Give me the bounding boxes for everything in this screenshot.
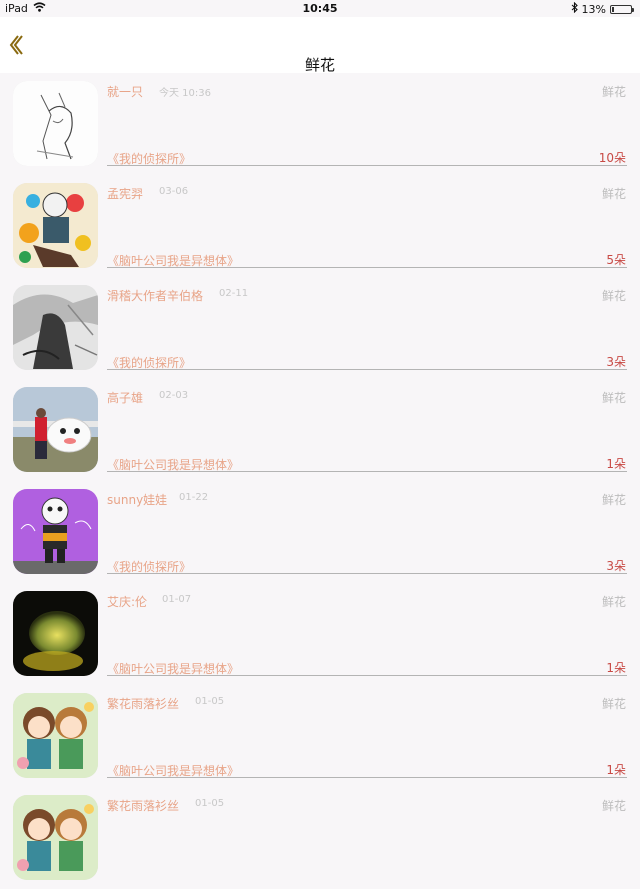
avatar — [13, 591, 98, 676]
avatar — [13, 795, 98, 880]
sender-name: 就一只 — [107, 85, 144, 99]
row-divider — [107, 675, 627, 676]
gift-count: 10朵 — [598, 151, 626, 165]
sender-name: 孟宪羿 — [107, 187, 144, 201]
send-date: 今天 10:36 — [159, 88, 211, 99]
clock: 10:45 — [302, 2, 338, 15]
list-item[interactable]: 孟宪羿 03-06 鲜花 《脑叶公司我是异想体》 5朵 — [0, 175, 640, 277]
battery-icon — [610, 4, 634, 14]
avatar — [13, 489, 98, 574]
list-item[interactable]: 艾庆:伦 01-07 鲜花 《脑叶公司我是异想体》 1朵 — [0, 583, 640, 685]
gift-type: 鲜花 — [601, 289, 626, 303]
avatar — [13, 183, 98, 268]
row-divider — [107, 573, 627, 574]
send-date: 02-03 — [159, 390, 189, 401]
row-divider — [107, 777, 627, 778]
status-right: 13% — [571, 1, 634, 16]
avatar — [13, 387, 98, 472]
gift-count: 3朵 — [606, 559, 626, 573]
send-date: 03-06 — [159, 186, 189, 197]
avatar — [13, 81, 98, 166]
gift-type: 鲜花 — [601, 391, 626, 405]
gift-type: 鲜花 — [601, 493, 626, 507]
send-date: 01-05 — [195, 798, 225, 809]
sender-name: 繁花雨落衫丝 — [107, 799, 180, 813]
gift-type: 鲜花 — [601, 187, 626, 201]
sender-name: 繁花雨落衫丝 — [107, 697, 180, 711]
gift-type: 鲜花 — [601, 799, 626, 813]
send-date: 01-05 — [195, 696, 225, 707]
gift-type: 鲜花 — [601, 697, 626, 711]
gift-type: 鲜花 — [601, 595, 626, 609]
send-date: 01-07 — [162, 594, 192, 605]
list-item[interactable]: 高子雄 02-03 鲜花 《脑叶公司我是异想体》 1朵 — [0, 379, 640, 481]
list-item[interactable]: 就一只 今天 10:36 鲜花 《我的侦探所》 10朵 — [0, 73, 640, 175]
row-divider — [107, 471, 627, 472]
battery-percent: 13% — [581, 2, 606, 16]
list-item[interactable]: 滑稽大作者辛伯格 02-11 鲜花 《我的侦探所》 3朵 — [0, 277, 640, 379]
list-item[interactable]: sunny娃娃 01-22 鲜花 《我的侦探所》 3朵 — [0, 481, 640, 583]
gift-type: 鲜花 — [601, 85, 626, 99]
list-item[interactable]: 繁花雨落衫丝 01-05 鲜花 — [0, 787, 640, 889]
status-bar: iPad 10:45 13% — [0, 0, 640, 17]
gift-count: 5朵 — [606, 253, 626, 267]
row-divider — [107, 267, 627, 268]
navigation-bar: 鲜花 — [0, 17, 640, 74]
bluetooth-icon — [571, 1, 578, 16]
page-title: 鲜花 — [304, 56, 335, 74]
gift-count: 1朵 — [606, 661, 626, 675]
send-date: 01-22 — [179, 492, 209, 503]
sender-name: 高子雄 — [107, 391, 144, 405]
avatar — [13, 693, 98, 778]
send-date: 02-11 — [219, 288, 249, 299]
row-divider — [107, 165, 627, 166]
sender-name: 艾庆:伦 — [107, 595, 148, 609]
sender-name: sunny娃娃 — [107, 493, 168, 507]
sender-name: 滑稽大作者辛伯格 — [107, 289, 204, 303]
gift-count: 1朵 — [606, 457, 626, 471]
list-item[interactable]: 繁花雨落衫丝 01-05 鲜花 《脑叶公司我是异想体》 1朵 — [0, 685, 640, 787]
gift-count: 3朵 — [606, 355, 626, 369]
avatar — [13, 285, 98, 370]
gift-count: 1朵 — [606, 763, 626, 777]
row-divider — [107, 369, 627, 370]
